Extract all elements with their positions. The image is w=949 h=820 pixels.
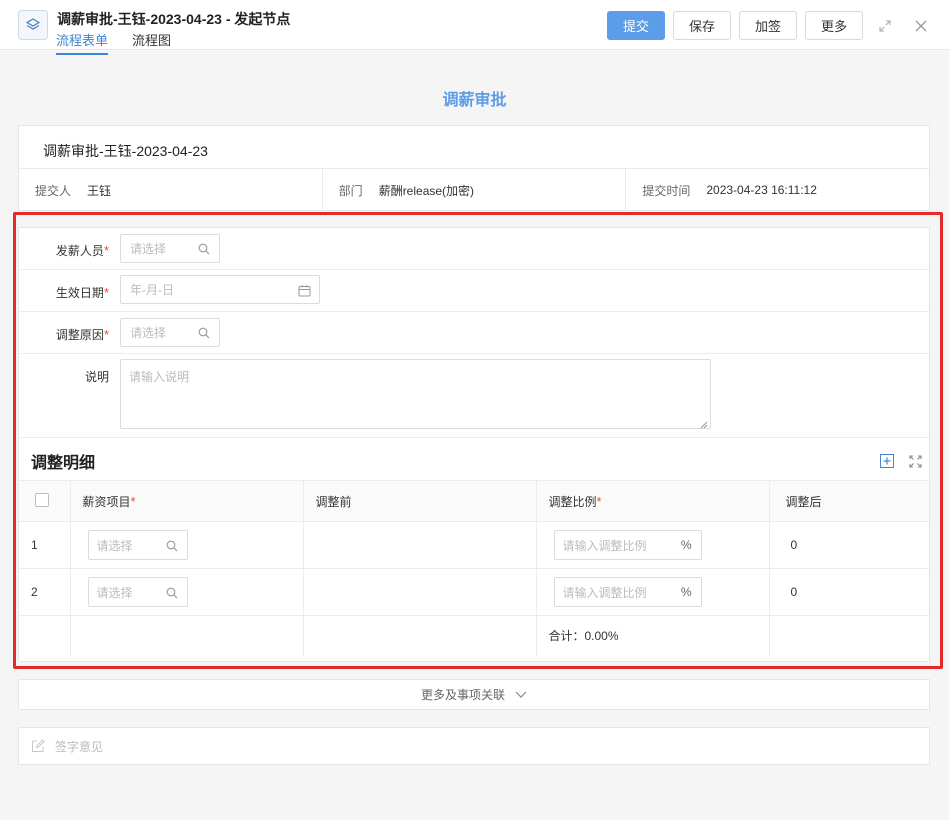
info-row: 提交人 王钰 部门 薪酬release(加密) 提交时间 2023-04-23 … — [19, 168, 929, 211]
more-button[interactable]: 更多 — [805, 11, 863, 40]
tab-flowchart[interactable]: 流程图 — [132, 30, 171, 55]
document-title: 调薪审批-王钰-2023-04-23 — [43, 143, 208, 159]
add-sign-button[interactable]: 加签 — [739, 11, 797, 40]
submit-button[interactable]: 提交 — [607, 11, 665, 40]
expand-icon[interactable] — [877, 18, 893, 34]
close-icon[interactable] — [913, 18, 929, 34]
submitter-value: 王钰 — [87, 183, 112, 198]
highlight-frame — [13, 212, 943, 669]
sign-opinion-placeholder: 签字意见 — [55, 739, 104, 754]
submitter-label: 提交人 — [35, 183, 72, 198]
info-card: 调薪审批-王钰-2023-04-23 提交人 王钰 部门 薪酬release(加… — [18, 125, 930, 211]
tab-form[interactable]: 流程表单 — [56, 30, 109, 55]
submitter-cell: 提交人 王钰 — [19, 169, 323, 211]
sign-opinion-field[interactable]: 签字意见 — [18, 727, 930, 765]
tab-bar: 流程表单 流程图 — [56, 30, 195, 55]
submit-time-cell: 提交时间 2023-04-23 16:11:12 — [626, 169, 929, 211]
page-title: 调薪审批-王钰-2023-04-23 - 发起节点 — [57, 11, 291, 27]
form-heading: 调薪审批 — [442, 92, 507, 109]
more-associations-toggle[interactable]: 更多及事项关联 — [18, 679, 930, 710]
submit-time-label: 提交时间 — [642, 183, 691, 198]
layers-icon — [18, 10, 48, 40]
department-label: 部门 — [338, 183, 363, 198]
chevron-down-icon — [515, 691, 527, 699]
submit-time-value: 2023-04-23 16:11:12 — [706, 183, 817, 197]
department-cell: 部门 薪酬release(加密) — [323, 169, 627, 211]
header-bar: 调薪审批-王钰-2023-04-23 - 发起节点 流程表单 流程图 提交 保存… — [0, 0, 949, 55]
department-value: 薪酬release(加密) — [378, 183, 475, 198]
save-button[interactable]: 保存 — [673, 11, 731, 40]
more-associations-label: 更多及事项关联 — [420, 688, 505, 702]
edit-icon — [31, 739, 45, 753]
